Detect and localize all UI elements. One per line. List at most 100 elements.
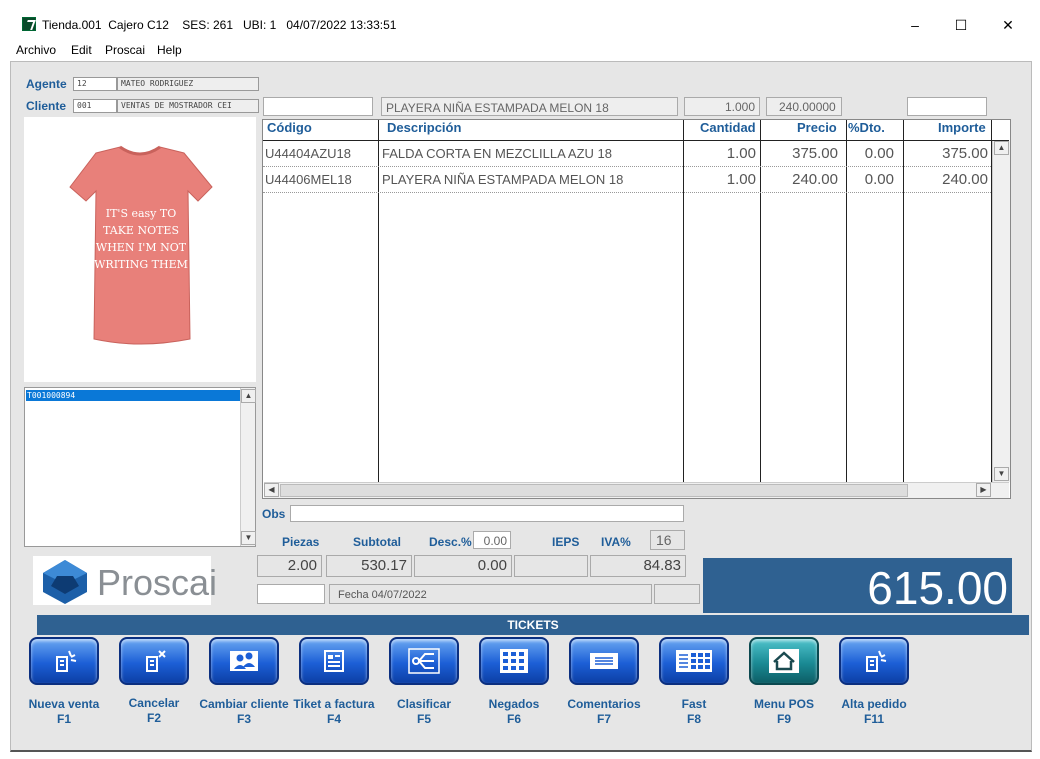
row-discount: 0.00 bbox=[864, 145, 894, 162]
agent-code-field[interactable]: 12 bbox=[73, 77, 117, 91]
comentarios-label: Comentarios F7 bbox=[567, 697, 641, 726]
row-divider bbox=[263, 166, 991, 167]
negados-label: Negados F6 bbox=[488, 697, 540, 726]
clasificar-label: Clasificar F5 bbox=[396, 697, 452, 726]
close-button[interactable]: ✕ bbox=[993, 12, 1023, 38]
scroll-left-icon[interactable]: ◀ bbox=[264, 483, 279, 497]
col-header-precio[interactable]: Precio bbox=[797, 120, 837, 135]
cambiar-cliente-label: Cambiar cliente F3 bbox=[199, 697, 289, 726]
scroll-up-icon[interactable]: ▲ bbox=[994, 141, 1009, 155]
cancel-icon bbox=[146, 650, 166, 672]
col-header-codigo[interactable]: Código bbox=[267, 120, 312, 135]
col-divider bbox=[903, 120, 904, 482]
classify-icon bbox=[408, 648, 440, 674]
extra-input[interactable] bbox=[907, 97, 987, 116]
minimize-button[interactable]: – bbox=[900, 12, 930, 38]
piezas-value: 2.00 bbox=[257, 555, 322, 577]
row-amount: 240.00 bbox=[942, 171, 988, 188]
col-header-dto[interactable]: %Dto. bbox=[848, 120, 885, 135]
table-horizontal-scrollbar[interactable]: ◀ ▶ bbox=[264, 482, 1009, 498]
ticket-list-item[interactable]: T001000894 bbox=[26, 390, 240, 401]
scroll-up-icon[interactable]: ▲ bbox=[241, 389, 256, 403]
menu-bar bbox=[0, 40, 1040, 60]
row-quantity: 1.00 bbox=[726, 145, 756, 162]
cambiar-cliente-button[interactable] bbox=[209, 637, 279, 685]
row-description: FALDA CORTA EN MEZCLILLA AZU 18 bbox=[382, 146, 612, 161]
new-order-icon bbox=[866, 650, 887, 672]
alta-pedido-label: Alta pedido F11 bbox=[841, 697, 907, 726]
shirt-print-line-3: WHEN I'M NOT bbox=[96, 241, 187, 254]
menu-edit[interactable]: Edit bbox=[71, 43, 92, 57]
discount-label: Desc.% bbox=[429, 535, 472, 549]
table-header-divider bbox=[263, 140, 1009, 141]
shirt-print-line-2: TAKE NOTES bbox=[103, 224, 179, 237]
row-code: U44404AZU18 bbox=[265, 146, 351, 161]
home-icon bbox=[769, 649, 799, 673]
col-divider bbox=[760, 120, 761, 482]
col-header-descripcion[interactable]: Descripción bbox=[387, 120, 461, 135]
scroll-right-icon[interactable]: ▶ bbox=[976, 483, 991, 497]
menu-pos-button[interactable] bbox=[749, 637, 819, 685]
comments-icon bbox=[590, 653, 618, 669]
logo-text: Proscai bbox=[97, 562, 218, 603]
col-header-importe[interactable]: Importe bbox=[938, 120, 986, 135]
obs-label: Obs bbox=[262, 507, 286, 521]
window-title: Tienda.001 Cajero C12 SES: 261 UBI: 1 04… bbox=[42, 18, 397, 32]
menu-proscai[interactable]: Proscai bbox=[105, 43, 145, 57]
scroll-down-icon[interactable]: ▼ bbox=[994, 467, 1009, 481]
comentarios-button[interactable] bbox=[569, 637, 639, 685]
menu-pos-label: Menu POS F9 bbox=[753, 697, 814, 726]
ieps-label: IEPS bbox=[552, 535, 580, 549]
alta-pedido-button[interactable] bbox=[839, 637, 909, 685]
grid-icon bbox=[500, 649, 528, 673]
users-icon bbox=[230, 651, 258, 671]
row-quantity: 1.00 bbox=[726, 171, 756, 188]
shirt-print-line-4: WRITING THEM bbox=[94, 258, 188, 271]
client-code-field[interactable]: 001 bbox=[73, 99, 117, 113]
maximize-button[interactable]: ☐ bbox=[946, 12, 976, 38]
ticket-list-scrollbar[interactable]: ▲ ▼ bbox=[240, 388, 256, 546]
piezas-label: Piezas bbox=[282, 535, 320, 549]
discount-value: 0.00 bbox=[414, 555, 512, 577]
items-table[interactable] bbox=[262, 119, 1011, 499]
iva-label: IVA% bbox=[601, 535, 631, 549]
product-code-input[interactable] bbox=[263, 97, 373, 116]
col-header-cantidad[interactable]: Cantidad bbox=[700, 120, 756, 135]
cancelar-button[interactable] bbox=[119, 637, 189, 685]
obs-input[interactable] bbox=[290, 505, 684, 522]
row-divider bbox=[263, 192, 991, 193]
fast-button[interactable] bbox=[659, 637, 729, 685]
menu-archivo[interactable]: Archivo bbox=[16, 43, 56, 57]
price-input[interactable]: 240.00000 bbox=[766, 97, 842, 116]
cancelar-label: Cancelar F2 bbox=[128, 696, 180, 725]
quantity-input[interactable]: 1.000 bbox=[684, 97, 760, 116]
table-vertical-scrollbar[interactable]: ▲ ▼ bbox=[992, 141, 1010, 482]
clasificar-button[interactable] bbox=[389, 637, 459, 685]
col-divider bbox=[378, 120, 379, 482]
tiket-a-factura-button[interactable] bbox=[299, 637, 369, 685]
menu-help[interactable]: Help bbox=[157, 43, 182, 57]
date-field: Fecha 04/07/2022 bbox=[329, 584, 652, 604]
aux-field-2 bbox=[654, 584, 700, 604]
shirt-print-line-1: IT'S easy TO bbox=[106, 207, 177, 220]
ticket-list[interactable]: T001000894 ▲ ▼ bbox=[24, 387, 256, 547]
row-price: 240.00 bbox=[792, 171, 838, 188]
iva-value: 84.83 bbox=[590, 555, 686, 577]
discount-pct-input[interactable]: 0.00 bbox=[473, 531, 511, 549]
total-display: 615.00 bbox=[703, 558, 1012, 614]
ieps-value bbox=[514, 555, 588, 577]
col-divider bbox=[846, 120, 847, 482]
invoice-icon bbox=[324, 650, 344, 672]
agent-name-field: MATEO RODRIGUEZ bbox=[117, 77, 259, 91]
agent-label: Agente bbox=[26, 77, 67, 91]
app-icon bbox=[22, 17, 36, 31]
scroll-down-icon[interactable]: ▼ bbox=[241, 531, 256, 545]
nueva-venta-button[interactable] bbox=[29, 637, 99, 685]
subtotal-value: 530.17 bbox=[326, 555, 412, 577]
tiket-a-factura-label: Tiket a factura F4 bbox=[293, 697, 375, 726]
scroll-thumb[interactable] bbox=[280, 484, 908, 497]
new-sale-icon bbox=[56, 650, 77, 672]
description-display: PLAYERA NIÑA ESTAMPADA MELON 18 bbox=[381, 97, 678, 116]
negados-button[interactable] bbox=[479, 637, 549, 685]
aux-field[interactable] bbox=[257, 584, 325, 604]
